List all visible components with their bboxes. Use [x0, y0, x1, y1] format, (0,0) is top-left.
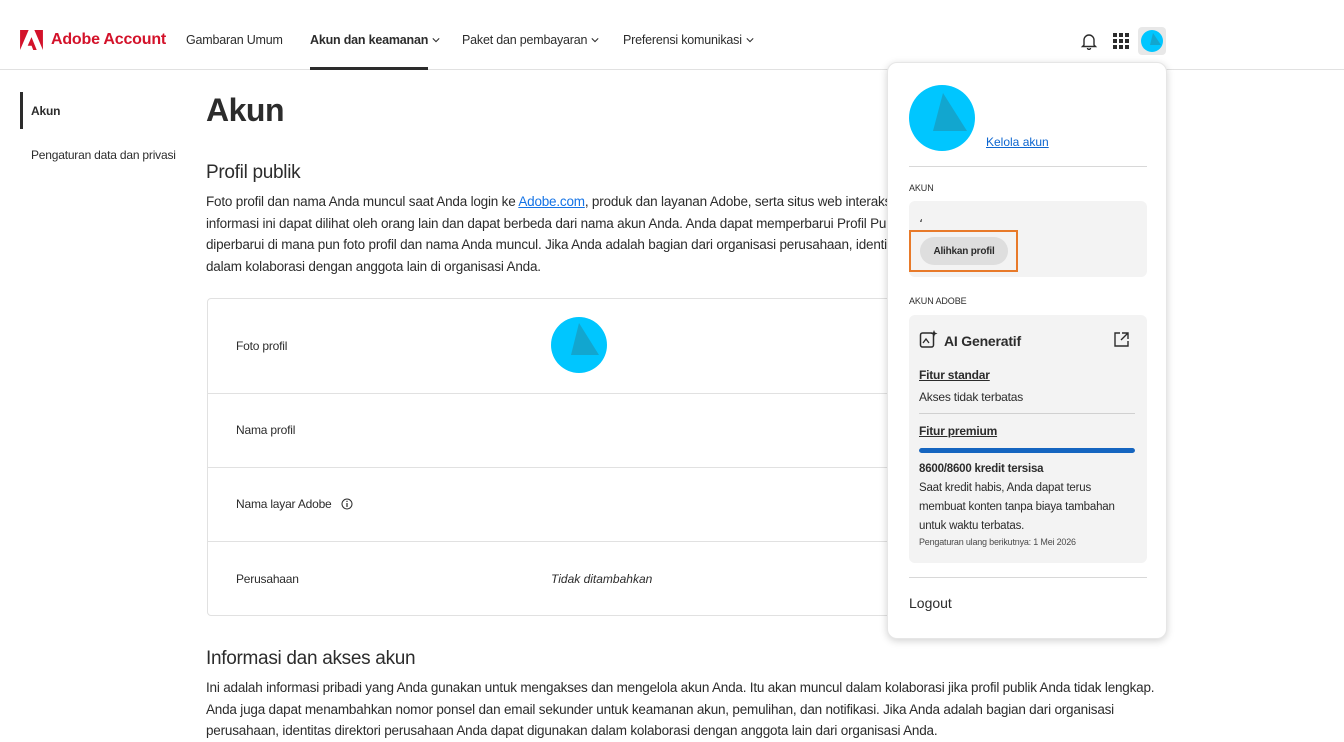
external-link-icon[interactable] — [1113, 331, 1130, 348]
credits-description: Saat kredit habis, Anda dapat terus memb… — [919, 482, 1115, 532]
divider — [909, 166, 1147, 167]
divider — [909, 577, 1147, 578]
switch-profile-button[interactable]: Alihkan profil — [920, 237, 1008, 265]
page-title: Akun — [206, 92, 285, 128]
text-line: diperbarui di mana pun foto profil dan n… — [206, 237, 905, 252]
chevron-down-icon — [746, 38, 754, 43]
nav-account-security-label: Akun dan keamanan — [310, 33, 429, 47]
avatar — [1141, 30, 1163, 52]
company-value: Tidak ditambahkan — [551, 572, 653, 586]
profile-popover: Kelola akun AKUN ، Alihkan profil AKUN A… — [887, 62, 1167, 639]
profile-photo-label: Foto profil — [236, 339, 288, 353]
logout-button[interactable]: Logout — [909, 595, 952, 611]
text-line: Anda juga dapat menambahkan nomor ponsel… — [206, 701, 1114, 717]
text-line: Ini adalah informasi pribadi yang Anda g… — [206, 680, 1155, 695]
account-info-heading: Informasi dan akses akun — [206, 648, 416, 669]
premium-features-link[interactable]: Fitur premium — [919, 424, 997, 438]
avatar — [909, 85, 975, 151]
divider — [919, 413, 1135, 414]
nav-communication-prefs[interactable]: Preferensi komunikasi — [623, 33, 754, 47]
sidebar-active-indicator — [20, 92, 23, 129]
adobe-logo-icon — [20, 30, 43, 50]
profile-name-label: Nama profil — [236, 423, 296, 437]
screen-name-label: Nama layar Adobe — [236, 497, 332, 511]
standard-features-desc: Akses tidak terbatas — [919, 390, 1024, 404]
sidebar-item-account[interactable]: Akun — [31, 104, 60, 118]
nav-account-security[interactable]: Akun dan keamanan — [310, 33, 440, 47]
generative-ai-card: AI Generatif Fitur standar Akses tidak t… — [909, 315, 1147, 563]
nav-plans-payment[interactable]: Paket dan pembayaran — [462, 33, 599, 47]
public-profile-card: Foto profil Nama profil Nama layar Adobe… — [207, 298, 908, 616]
brand-name: Adobe Account — [51, 31, 167, 48]
text-segment: , produk dan layanan Adobe, serta situs … — [584, 194, 905, 209]
credits-remaining: 8600/8600 kredit tersisa — [919, 463, 1044, 475]
row-divider — [208, 467, 908, 468]
bell-icon[interactable] — [1080, 32, 1098, 50]
account-box: ، Alihkan profil — [909, 201, 1147, 277]
sidebar-item-data-privacy[interactable]: Pengaturan data dan privasi — [31, 148, 176, 162]
text-segment: Foto profil dan nama Anda muncul saat An… — [206, 194, 519, 209]
nav-overview[interactable]: Gambaran Umum — [186, 33, 283, 47]
generative-ai-icon — [919, 330, 938, 348]
info-icon[interactable] — [341, 498, 353, 510]
chevron-down-icon — [432, 38, 440, 43]
credits-progress-fill — [919, 448, 1135, 453]
chevron-down-icon — [591, 38, 599, 43]
profile-avatar-button[interactable] — [1138, 27, 1166, 55]
active-tab-indicator — [310, 67, 428, 70]
apps-grid-icon[interactable] — [1113, 33, 1129, 49]
account-info-description: Ini adalah informasi pribadi yang Anda g… — [206, 677, 1155, 742]
company-label: Perusahaan — [236, 572, 299, 586]
standard-features-link[interactable]: Fitur standar — [919, 368, 990, 382]
row-divider — [208, 393, 908, 394]
screen-name-row: Nama layar Adobe — [236, 497, 353, 511]
nav-communication-prefs-label: Preferensi komunikasi — [623, 33, 742, 47]
public-profile-heading: Profil publik — [206, 162, 301, 183]
top-navigation: Adobe Account Gambaran Umum Akun dan kea… — [0, 0, 1344, 70]
adobe-com-link[interactable]: Adobe.com — [518, 194, 585, 209]
manage-account-link[interactable]: Kelola akun — [986, 135, 1049, 149]
text-line: perusahaan, identitas direktori perusaha… — [206, 723, 938, 738]
nav-overview-label: Gambaran Umum — [186, 33, 283, 47]
profile-photo[interactable] — [551, 317, 607, 373]
credits-progress-bar — [919, 448, 1135, 453]
nav-plans-payment-label: Paket dan pembayaran — [462, 33, 588, 47]
generative-ai-title: AI Generatif — [944, 333, 1021, 349]
text-line: informasi ini dapat dilihat oleh orang l… — [206, 215, 900, 231]
row-divider — [208, 541, 908, 542]
account-caption: AKUN — [909, 183, 934, 193]
text-line: dalam kolaborasi dengan anggota lain di … — [206, 258, 541, 274]
account-name: ، — [919, 211, 923, 225]
brand[interactable]: Adobe Account — [20, 30, 166, 50]
reset-note: Pengaturan ulang berikutnya: 1 Mei 2026 — [919, 537, 1076, 547]
adobe-account-caption: AKUN ADOBE — [909, 296, 967, 306]
public-profile-description: Foto profil dan nama Anda muncul saat An… — [206, 191, 906, 277]
